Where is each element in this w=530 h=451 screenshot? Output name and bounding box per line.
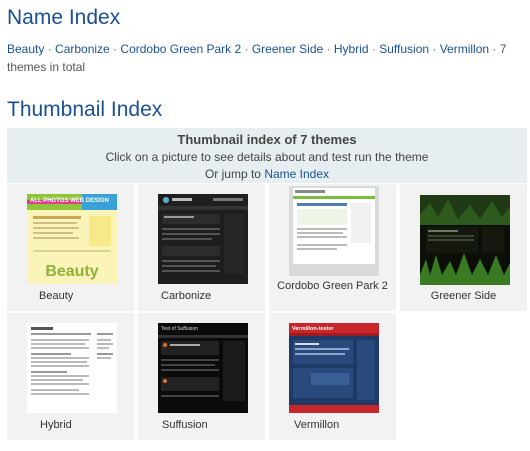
theme-link-cordobo-green-park-2[interactable]: Cordobo Green Park 2 bbox=[120, 42, 241, 56]
thumbnail-index-heading: Thumbnail Index bbox=[7, 98, 163, 121]
thumbnail-header-jump: Or jump to Name Index bbox=[7, 167, 527, 181]
theme-link-beauty[interactable]: Beauty bbox=[7, 42, 44, 56]
theme-link-vermillon[interactable]: Vermillon bbox=[440, 42, 489, 56]
thumbnail-hybrid[interactable] bbox=[27, 323, 117, 413]
thumbnail-label-suffusion: Suffusion bbox=[162, 419, 208, 431]
thumbnail-cell-greener-side: Greener Side bbox=[400, 184, 527, 311]
thumbnail-label-vermillon: Vermillon bbox=[294, 419, 340, 431]
thumbnail-cell-hybrid: Hybrid bbox=[7, 313, 134, 440]
thumbnail-label-greener-side: Greener Side bbox=[430, 290, 497, 302]
name-index-heading: Name Index bbox=[7, 6, 121, 29]
theme-link-carbonize[interactable]: Carbonize bbox=[55, 42, 110, 56]
thumbnail-cell-suffusion: Test of Suffusion Suffusion bbox=[138, 313, 265, 440]
thumbnail-label-hybrid: Hybrid bbox=[40, 419, 72, 431]
theme-link-greener-side[interactable]: Greener Side bbox=[252, 42, 323, 56]
thumbnail-index-header: Thumbnail index of 7 themes Click on a p… bbox=[7, 128, 527, 183]
thumbnail-carbonize[interactable] bbox=[158, 194, 248, 284]
thumbnail-label-cordobo-green-park-2: Cordobo Green Park 2 bbox=[277, 280, 388, 292]
thumbnail-header-help: Click on a picture to see details about … bbox=[105, 150, 429, 164]
theme-link-suffusion[interactable]: Suffusion bbox=[379, 42, 429, 56]
thumbnail-label-carbonize: Carbonize bbox=[161, 290, 212, 302]
thumbnail-cell-vermillon: Vermillon-tester Vermillon bbox=[269, 313, 396, 440]
thumbnail-label-beauty: Beauty bbox=[39, 290, 74, 302]
beauty-thumb-wordmark: Beauty bbox=[45, 263, 98, 280]
vermillon-thumb-title: Vermillon-tester bbox=[292, 326, 334, 332]
thumbnail-header-title: Thumbnail index of 7 themes bbox=[177, 132, 357, 147]
thumbnail-beauty[interactable]: ALL PHOTOS WEB DESIGN Beauty bbox=[27, 194, 117, 284]
thumbnail-grid: ALL PHOTOS WEB DESIGN Beauty Beauty Carb… bbox=[7, 184, 527, 440]
thumbnail-vermillon[interactable]: Vermillon-tester bbox=[289, 323, 379, 413]
thumbnail-cell-cordobo-green-park-2: Cordobo Green Park 2 bbox=[269, 184, 396, 311]
beauty-thumb-banner: ALL PHOTOS WEB DESIGN bbox=[30, 198, 109, 204]
suffusion-thumb-title: Test of Suffusion bbox=[161, 326, 198, 332]
thumbnail-cell-beauty: ALL PHOTOS WEB DESIGN Beauty Beauty bbox=[7, 184, 134, 311]
thumbnail-cell-carbonize: Carbonize bbox=[138, 184, 265, 311]
thumbnail-suffusion[interactable]: Test of Suffusion bbox=[158, 323, 248, 413]
jump-name-index-link[interactable]: Name Index bbox=[264, 167, 329, 181]
thumbnail-greener-side[interactable] bbox=[420, 195, 510, 285]
jump-prefix: Or jump to bbox=[204, 167, 261, 181]
theme-name-list: Beauty · Carbonize · Cordobo Green Park … bbox=[7, 42, 507, 74]
thumbnail-cordobo-green-park-2[interactable] bbox=[289, 186, 379, 276]
theme-link-hybrid[interactable]: Hybrid bbox=[334, 42, 369, 56]
